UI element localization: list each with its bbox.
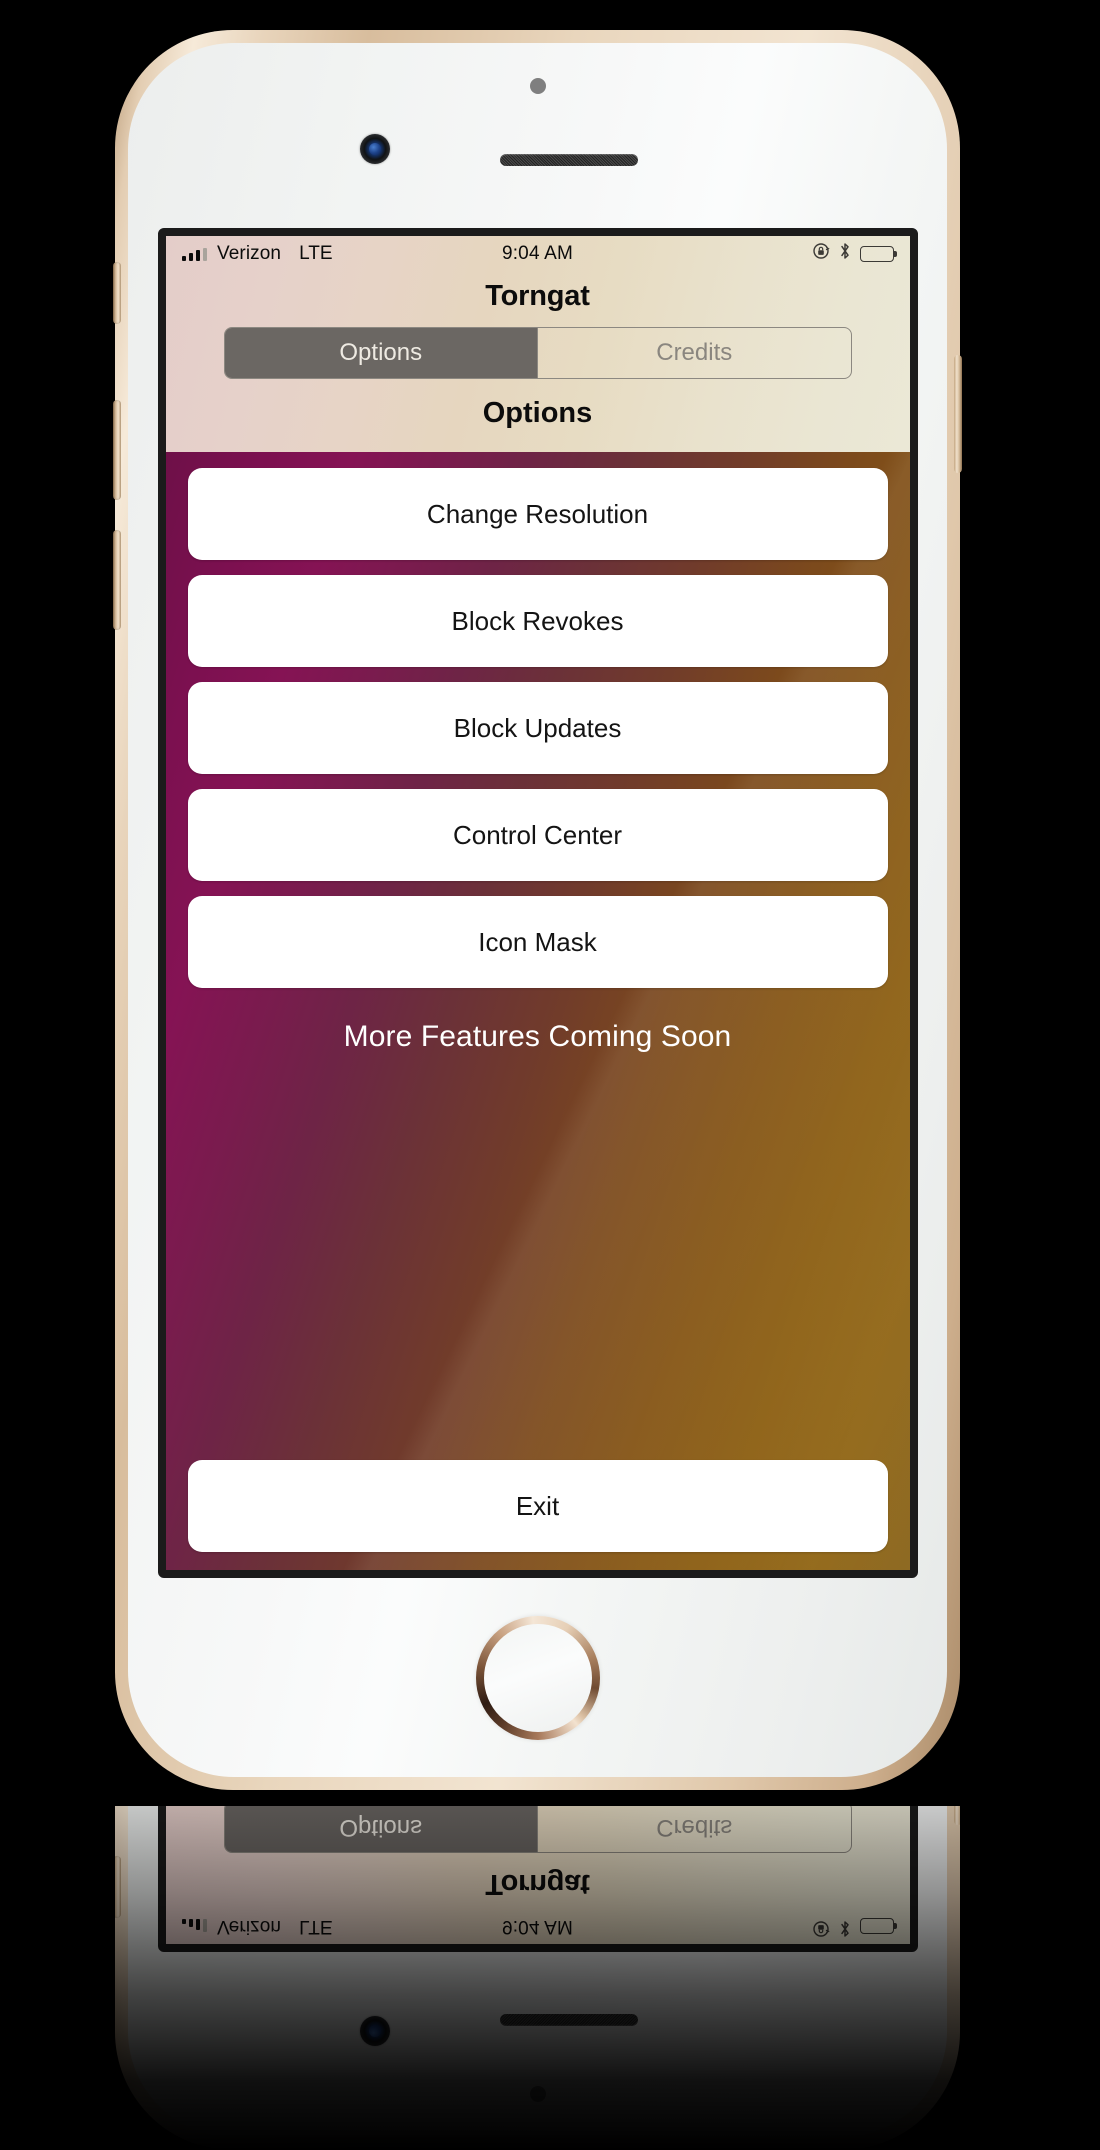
status-bar-right: [812, 1914, 894, 1938]
volume-down-button[interactable]: [113, 530, 121, 630]
mute-switch-icon[interactable]: [113, 262, 121, 324]
layout-spacer: [188, 1054, 888, 1460]
bluetooth-icon: [839, 1914, 851, 1938]
device-reflection: Verizon LTE 9:04 AM Torngat Options Cred…: [115, 1806, 960, 2150]
block-revokes-button[interactable]: Block Revokes: [187, 575, 888, 667]
camera-icon: [360, 2016, 390, 2046]
signal-bars-icon: [181, 247, 207, 261]
iphone-device: Verizon LTE 9:04 AM Torngat Options Cred…: [113, 30, 962, 1790]
tab-options: Options: [224, 1806, 537, 1852]
status-bar-left: Verizon LTE: [181, 1915, 333, 1937]
device-front-face: [128, 1806, 947, 2137]
rotation-lock-icon: [812, 1914, 830, 1938]
status-bar-left: Verizon LTE: [181, 243, 333, 265]
rotation-lock-icon: [812, 242, 830, 266]
segmented-control: Options Credits: [223, 1806, 852, 1853]
device-screen: Verizon LTE 9:04 AM Torngat Options Cred…: [157, 228, 918, 1578]
carrier-label: Verizon: [217, 243, 282, 264]
battery-icon: [859, 246, 897, 262]
home-button-icon[interactable]: [475, 1616, 600, 1740]
sensor-dot-icon: [529, 78, 546, 94]
status-bar-clock: 9:04 AM: [501, 243, 574, 264]
control-center-button[interactable]: Control Center: [187, 789, 888, 881]
carrier-label: Verizon: [217, 1916, 282, 1937]
tab-credits: Credits: [537, 1806, 851, 1852]
app-header: Verizon LTE 9:04 AM Torngat Options Cred…: [165, 236, 910, 452]
app-header: Verizon LTE 9:04 AM Torngat Options Cred…: [165, 1806, 910, 1944]
icon-mask-button[interactable]: Icon Mask: [187, 896, 888, 988]
app-viewport: Verizon LTE 9:04 AM Torngat Options Cred…: [165, 1806, 910, 1944]
tab-credits[interactable]: Credits: [537, 328, 851, 378]
bluetooth-icon: [839, 242, 851, 266]
iphone-device: Verizon LTE 9:04 AM Torngat Options Cred…: [115, 1806, 960, 2150]
device-frame: [115, 1806, 960, 2150]
segmented-control[interactable]: Options Credits: [223, 327, 852, 379]
page-title: Torngat: [485, 1868, 590, 1900]
section-heading: Options: [482, 397, 593, 429]
status-bar-clock: 9:04 AM: [501, 1916, 574, 1937]
battery-icon: [859, 1918, 894, 1934]
signal-bars-icon: [181, 1919, 207, 1933]
change-resolution-button[interactable]: Change Resolution: [187, 468, 888, 560]
speaker-grille-icon: [500, 154, 638, 166]
speaker-grille-icon: [500, 2014, 638, 2026]
status-bar-right: [812, 242, 897, 266]
coming-soon-label: More Features Coming Soon: [343, 1020, 732, 1053]
camera-icon: [360, 134, 390, 164]
app-body: Change Resolution Block Revokes Block Up…: [165, 452, 910, 1570]
reflection-fade-mask: [115, 1806, 960, 2150]
tab-options[interactable]: Options: [224, 328, 537, 378]
app-viewport: Verizon LTE 9:04 AM Torngat Options Cred…: [165, 236, 910, 1570]
network-type-label: LTE: [299, 1916, 333, 1937]
device-reflection-copy: Verizon LTE 9:04 AM Torngat Options Cred…: [115, 1806, 960, 2150]
power-button: [954, 1806, 960, 1825]
block-updates-button[interactable]: Block Updates: [187, 682, 888, 774]
exit-button[interactable]: Exit: [187, 1460, 888, 1552]
page-title: Torngat: [485, 280, 590, 312]
status-bar: Verizon LTE 9:04 AM: [166, 236, 910, 272]
screenshot-stage: Verizon LTE 9:04 AM Torngat Options Cred…: [0, 0, 1100, 2150]
power-button[interactable]: [954, 355, 962, 473]
status-bar: Verizon LTE 9:04 AM: [166, 1908, 910, 1944]
mute-switch-icon: [115, 1856, 121, 1918]
device-screen: Verizon LTE 9:04 AM Torngat Options Cred…: [157, 1806, 918, 1952]
network-type-label: LTE: [299, 243, 333, 264]
volume-up-button[interactable]: [113, 400, 121, 500]
sensor-dot-icon: [529, 2086, 546, 2102]
options-menu-list: Change Resolution Block Revokes Block Up…: [187, 468, 888, 988]
